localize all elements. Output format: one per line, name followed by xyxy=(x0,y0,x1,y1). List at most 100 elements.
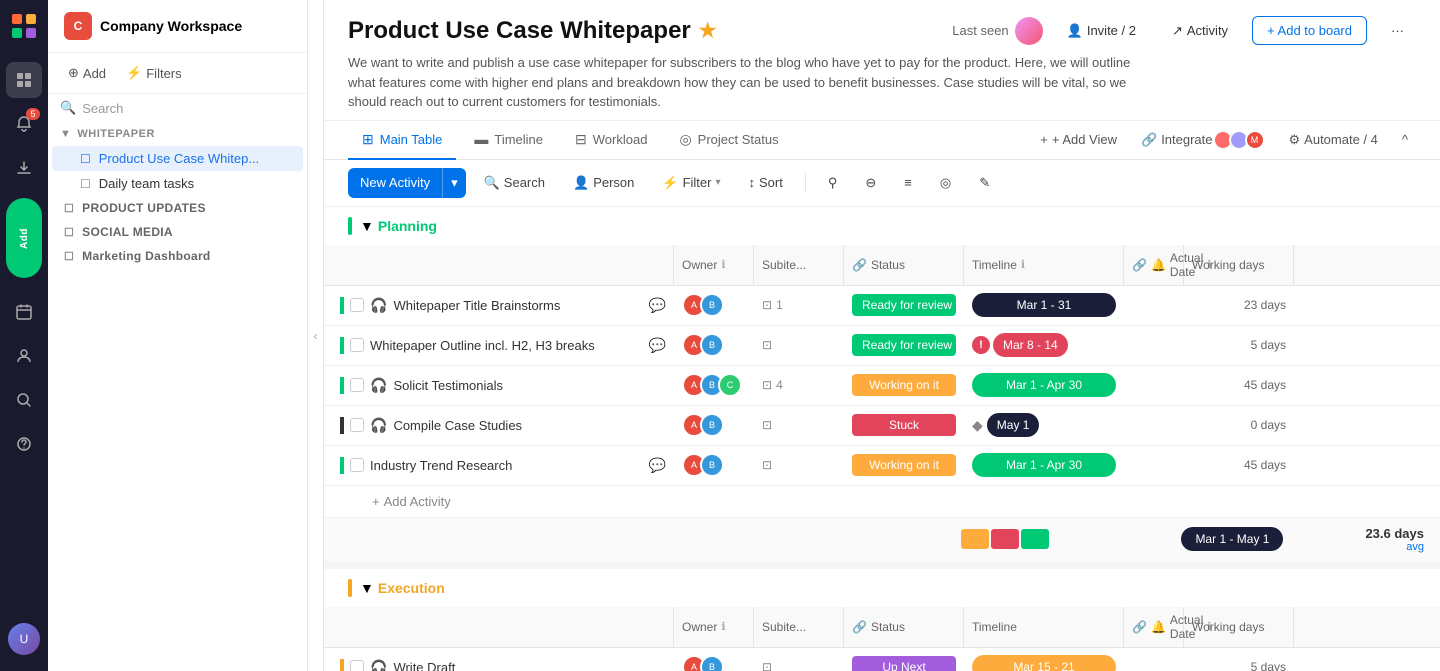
col-status-exec[interactable]: 🔗 Status xyxy=(844,607,964,647)
execution-chevron-icon[interactable]: ▼ xyxy=(360,580,374,596)
timeline-cell-5[interactable]: Mar 1 - Apr 30 xyxy=(964,449,1124,481)
owner-cell-3[interactable]: A B C xyxy=(674,369,754,401)
add-activity-planning[interactable]: + Add Activity xyxy=(324,486,1440,517)
status-cell-3[interactable]: Working on it xyxy=(844,370,964,400)
status-badge-1[interactable]: Ready for review xyxy=(852,294,956,316)
timeline-cell-e1[interactable]: Mar 15 - 21 xyxy=(964,651,1124,671)
integrate-button[interactable]: 🔗 Integrate M xyxy=(1133,124,1273,156)
nav-item-daily-tasks[interactable]: ☐ Daily team tasks xyxy=(52,171,303,196)
status-badge-3[interactable]: Working on it xyxy=(852,374,956,396)
timeline-badge-4[interactable]: May 1 xyxy=(987,413,1040,437)
add-to-board-button[interactable]: + Add to board xyxy=(1252,16,1367,45)
link-button[interactable]: ⊖ xyxy=(855,169,886,197)
timeline-badge-2[interactable]: Mar 8 - 14 xyxy=(993,333,1068,357)
section-product-updates[interactable]: ☐ PRODUCT UPDATES xyxy=(48,196,307,220)
star-icon[interactable]: ★ xyxy=(699,18,717,43)
task-checkbox-2[interactable] xyxy=(350,338,364,352)
filter-button[interactable]: ⚡ Filter ▾ xyxy=(652,169,730,197)
new-activity-button[interactable]: New Activity ▾ xyxy=(348,168,466,198)
owner-cell-4[interactable]: A B xyxy=(674,409,754,441)
search-toolbar-button[interactable]: 🔍 Search xyxy=(474,169,555,197)
col-owner-exec[interactable]: Owner ℹ xyxy=(674,607,754,647)
owner-cell-1[interactable]: A B xyxy=(674,289,754,321)
nav-people-icon[interactable] xyxy=(6,338,42,374)
col-working-days-exec[interactable]: Working days xyxy=(1184,607,1294,647)
col-working-days[interactable]: Working days xyxy=(1184,245,1294,285)
collapse-panel[interactable]: ‹ xyxy=(308,0,324,671)
subitems-cell-1[interactable]: ⊡ 1 xyxy=(754,294,844,316)
nav-help-icon[interactable] xyxy=(6,426,42,462)
comment-icon-5[interactable]: 💬 xyxy=(649,457,666,474)
workspace-header[interactable]: C Company Workspace xyxy=(48,0,307,53)
timeline-cell-3[interactable]: Mar 1 - Apr 30 xyxy=(964,369,1124,401)
col-actual-date-exec[interactable]: 🔗 🔔 Actual Date ℹ xyxy=(1124,607,1184,647)
owner-cell-2[interactable]: A B xyxy=(674,329,754,361)
add-view-button[interactable]: + + Add View xyxy=(1032,126,1125,153)
comment-icon-1[interactable]: 💬 xyxy=(649,297,666,314)
task-checkbox-e1[interactable] xyxy=(350,660,364,671)
sort-button[interactable]: ↕ Sort xyxy=(739,169,793,196)
col-status[interactable]: 🔗 Status xyxy=(844,245,964,285)
subitems-cell-5[interactable]: ⊡ xyxy=(754,454,844,476)
tab-main-table[interactable]: ⊞ Main Table xyxy=(348,121,456,160)
section-marketing-dashboard[interactable]: ☐ Marketing Dashboard xyxy=(48,244,307,268)
timeline-cell-2[interactable]: ! Mar 8 - 14 xyxy=(964,329,1124,361)
timeline-badge-e1[interactable]: Mar 15 - 21 xyxy=(972,655,1116,671)
planning-chevron-icon[interactable]: ▼ xyxy=(360,218,374,234)
subitems-cell-2[interactable]: ⊡ xyxy=(754,334,844,356)
status-cell-e1[interactable]: Up Next xyxy=(844,652,964,671)
nav-download-icon[interactable] xyxy=(6,150,42,186)
add-button[interactable]: ⊕ Add xyxy=(60,61,114,85)
col-owner[interactable]: Owner ℹ xyxy=(674,245,754,285)
section-social-media[interactable]: ☐ SOCIAL MEDIA xyxy=(48,220,307,244)
status-cell-4[interactable]: Stuck xyxy=(844,410,964,440)
see-plans-button[interactable]: Add xyxy=(6,198,42,278)
collapse-tabs-button[interactable]: ^ xyxy=(1394,126,1416,153)
col-timeline[interactable]: Timeline ℹ xyxy=(964,245,1124,285)
status-badge-2[interactable]: Ready for review xyxy=(852,334,956,356)
activity-button[interactable]: ↗ Activity xyxy=(1160,17,1240,45)
invite-button[interactable]: 👤 Invite / 2 xyxy=(1055,17,1148,45)
rows-button[interactable]: ≡ xyxy=(894,169,922,196)
subitems-cell-4[interactable]: ⊡ xyxy=(754,414,844,436)
nav-home-icon[interactable] xyxy=(6,62,42,98)
status-cell-1[interactable]: Ready for review xyxy=(844,290,964,320)
col-timeline-exec[interactable]: Timeline xyxy=(964,607,1124,647)
person-button[interactable]: 👤 Person xyxy=(563,169,644,197)
pin-button[interactable]: ⚲ xyxy=(818,169,848,197)
user-avatar-sidebar[interactable]: U xyxy=(8,623,40,655)
status-badge-4[interactable]: Stuck xyxy=(852,414,956,436)
col-actual-date[interactable]: 🔗 🔔 Actual Date ℹ xyxy=(1124,245,1184,285)
nav-notification-icon[interactable]: 5 xyxy=(6,106,42,142)
nav-search[interactable]: 🔍 Search xyxy=(48,94,307,122)
tab-project-status[interactable]: ◎ Project Status xyxy=(665,121,792,160)
nav-item-product-whitepaper[interactable]: ☐ Product Use Case Whitep... xyxy=(52,146,303,171)
status-cell-2[interactable]: Ready for review xyxy=(844,330,964,360)
task-checkbox-5[interactable] xyxy=(350,458,364,472)
new-activity-arrow[interactable]: ▾ xyxy=(442,168,466,198)
timeline-cell-1[interactable]: Mar 1 - 31 xyxy=(964,289,1124,321)
status-badge-e1[interactable]: Up Next xyxy=(852,656,956,671)
status-cell-5[interactable]: Working on it xyxy=(844,450,964,480)
col-subitems[interactable]: Subite... xyxy=(754,245,844,285)
col-subitems-exec[interactable]: Subite... xyxy=(754,607,844,647)
task-checkbox-4[interactable] xyxy=(350,418,364,432)
subitems-cell-3[interactable]: ⊡ 4 xyxy=(754,374,844,396)
timeline-cell-4[interactable]: ◆ May 1 xyxy=(964,409,1124,441)
automate-button[interactable]: ⚙ Automate / 4 xyxy=(1281,126,1386,154)
comment-icon-2[interactable]: 💬 xyxy=(649,337,666,354)
timeline-badge-5[interactable]: Mar 1 - Apr 30 xyxy=(972,453,1116,477)
status-badge-5[interactable]: Working on it xyxy=(852,454,956,476)
timeline-badge-1[interactable]: Mar 1 - 31 xyxy=(972,293,1116,317)
edit-button[interactable]: ✎ xyxy=(969,169,1000,197)
owner-cell-5[interactable]: A B xyxy=(674,449,754,481)
nav-search-icon[interactable] xyxy=(6,382,42,418)
tab-workload[interactable]: ⊟ Workload xyxy=(561,121,661,160)
timeline-badge-3[interactable]: Mar 1 - Apr 30 xyxy=(972,373,1116,397)
expand-button[interactable]: ◎ xyxy=(930,169,961,197)
filters-button[interactable]: ⚡ Filters xyxy=(118,61,190,85)
subitems-cell-e1[interactable]: ⊡ xyxy=(754,656,844,671)
nav-calendar-icon[interactable] xyxy=(6,294,42,330)
tab-timeline[interactable]: ▬ Timeline xyxy=(460,121,557,159)
more-options-button[interactable]: ··· xyxy=(1379,17,1416,44)
